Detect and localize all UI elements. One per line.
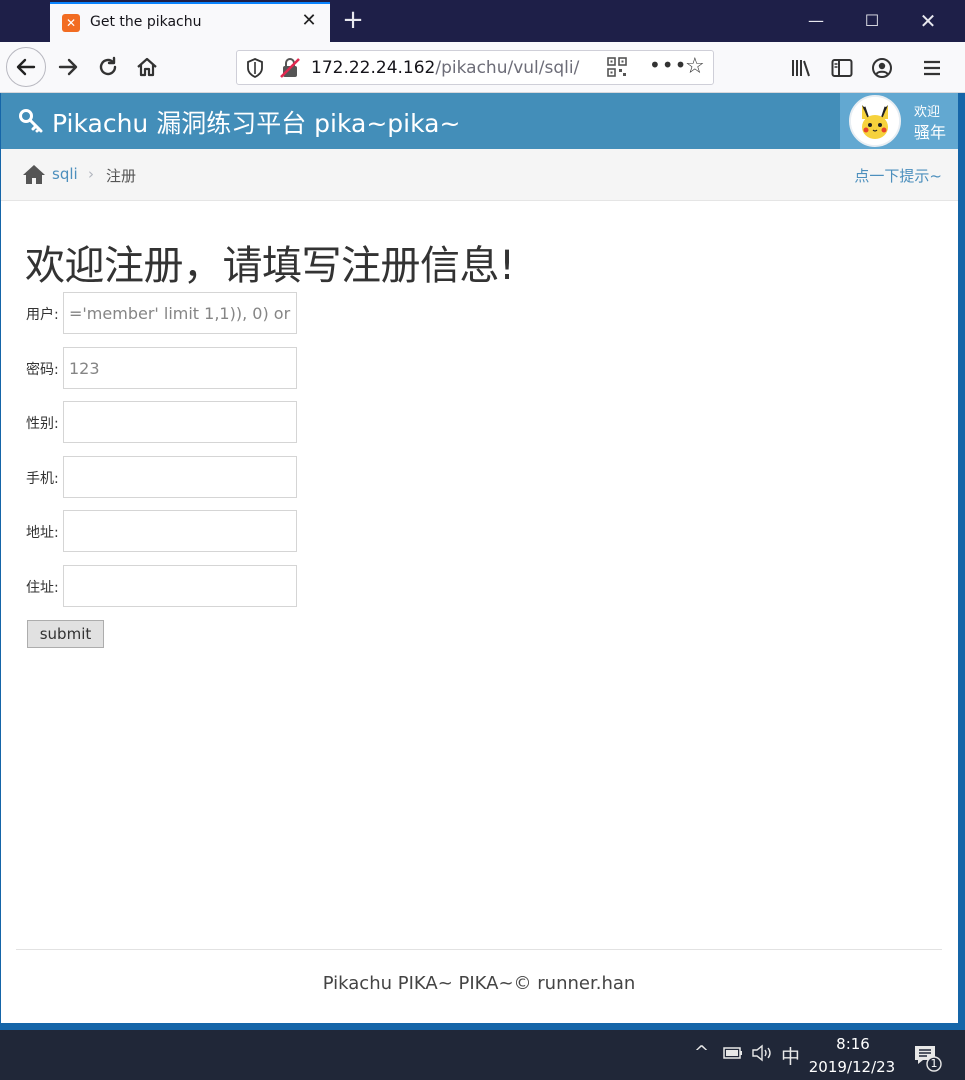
- tracking-shield-icon[interactable]: [245, 58, 265, 79]
- page-title: 欢迎注册，请填写注册信息!: [25, 243, 515, 289]
- gender-label: 性别:: [26, 416, 59, 432]
- footer-text: Pikachu PIKA~ PIKA~© runner.han: [322, 973, 636, 994]
- battery-icon[interactable]: [722, 1045, 744, 1065]
- window-border-bottom: [0, 1023, 965, 1030]
- chevron-right-icon: ›: [88, 165, 94, 183]
- tab-title: Get the pikachu: [90, 14, 202, 30]
- residence-input[interactable]: [63, 565, 297, 607]
- phone-label: 手机:: [26, 471, 59, 487]
- library-icon[interactable]: [786, 52, 818, 84]
- home-icon[interactable]: [129, 49, 165, 85]
- window-border-right: [958, 93, 965, 1030]
- notification-icon[interactable]: 1: [912, 1042, 942, 1072]
- new-tab-icon[interactable]: +: [338, 6, 368, 36]
- clock-time[interactable]: 8:16: [818, 1035, 888, 1053]
- url-text: 172.22.24.162/pikachu/vul/sqli/: [311, 58, 580, 78]
- submit-button[interactable]: submit: [27, 620, 104, 648]
- address-input[interactable]: [63, 510, 297, 552]
- maximize-icon[interactable]: ☐: [844, 0, 900, 42]
- page-actions-icon[interactable]: •••: [649, 53, 687, 77]
- password-label: 密码:: [26, 362, 59, 378]
- clock-date[interactable]: 2019/12/23: [806, 1058, 898, 1076]
- password-input[interactable]: [63, 347, 297, 389]
- bookmark-star-icon[interactable]: ☆: [685, 54, 705, 79]
- user-name: 骚年: [914, 123, 947, 142]
- insecure-lock-icon[interactable]: [279, 57, 301, 79]
- minimize-icon[interactable]: —: [788, 0, 844, 42]
- notification-count: 1: [930, 1057, 938, 1070]
- close-window-icon[interactable]: ✕: [900, 0, 956, 42]
- site-brand[interactable]: Pikachu 漏洞练习平台 pika~pika~: [52, 104, 460, 140]
- site-header: Pikachu 漏洞练习平台 pika~pika~ 欢迎 骚年: [0, 93, 958, 149]
- reload-icon[interactable]: [90, 49, 126, 85]
- tab-strip: ✕ Get the pikachu ✕ + — ☐ ✕: [0, 0, 965, 42]
- forward-arrow-icon[interactable]: [50, 49, 86, 85]
- close-tab-icon[interactable]: ✕: [298, 10, 320, 32]
- user-greeting: 欢迎: [914, 105, 941, 120]
- username-label: 用户:: [26, 307, 59, 323]
- home-icon[interactable]: [22, 163, 46, 185]
- window-border-left: [0, 93, 1, 1023]
- address-bar[interactable]: 172.22.24.162/pikachu/vul/sqli/ ••• ☆: [236, 50, 714, 85]
- breadcrumb-current: 注册: [106, 167, 137, 185]
- qr-code-icon[interactable]: [607, 57, 629, 79]
- key-icon: [18, 108, 44, 134]
- username-input[interactable]: [63, 292, 297, 334]
- volume-icon[interactable]: [751, 1044, 773, 1066]
- breadcrumb: sqli › 注册 点一下提示~: [0, 149, 958, 201]
- hamburger-menu-icon[interactable]: [916, 52, 948, 84]
- account-icon[interactable]: [866, 52, 898, 84]
- pikachu-avatar: [849, 95, 901, 147]
- xampp-favicon-icon: ✕: [62, 14, 80, 32]
- hint-link[interactable]: 点一下提示~: [854, 165, 942, 186]
- back-arrow-icon[interactable]: [6, 47, 46, 87]
- address-label: 地址:: [26, 525, 59, 541]
- ime-indicator[interactable]: 中: [781, 1042, 800, 1069]
- user-menu[interactable]: 欢迎 骚年: [840, 93, 958, 149]
- gender-input[interactable]: [63, 401, 297, 443]
- phone-input[interactable]: [63, 456, 297, 498]
- browser-tab[interactable]: ✕ Get the pikachu ✕: [50, 2, 330, 42]
- residence-label: 住址:: [26, 580, 59, 596]
- taskbar: ^ 中 8:16 2019/12/23 1: [0, 1030, 965, 1080]
- chevron-up-icon[interactable]: ^: [694, 1042, 709, 1063]
- page-content: Pikachu 漏洞练习平台 pika~pika~ 欢迎 骚年 sqli › 注…: [0, 93, 958, 1023]
- navigation-toolbar: 172.22.24.162/pikachu/vul/sqli/ ••• ☆: [0, 42, 965, 93]
- sidebar-icon[interactable]: [826, 52, 858, 84]
- footer-divider: [16, 949, 942, 950]
- breadcrumb-sqli-link[interactable]: sqli: [52, 165, 78, 183]
